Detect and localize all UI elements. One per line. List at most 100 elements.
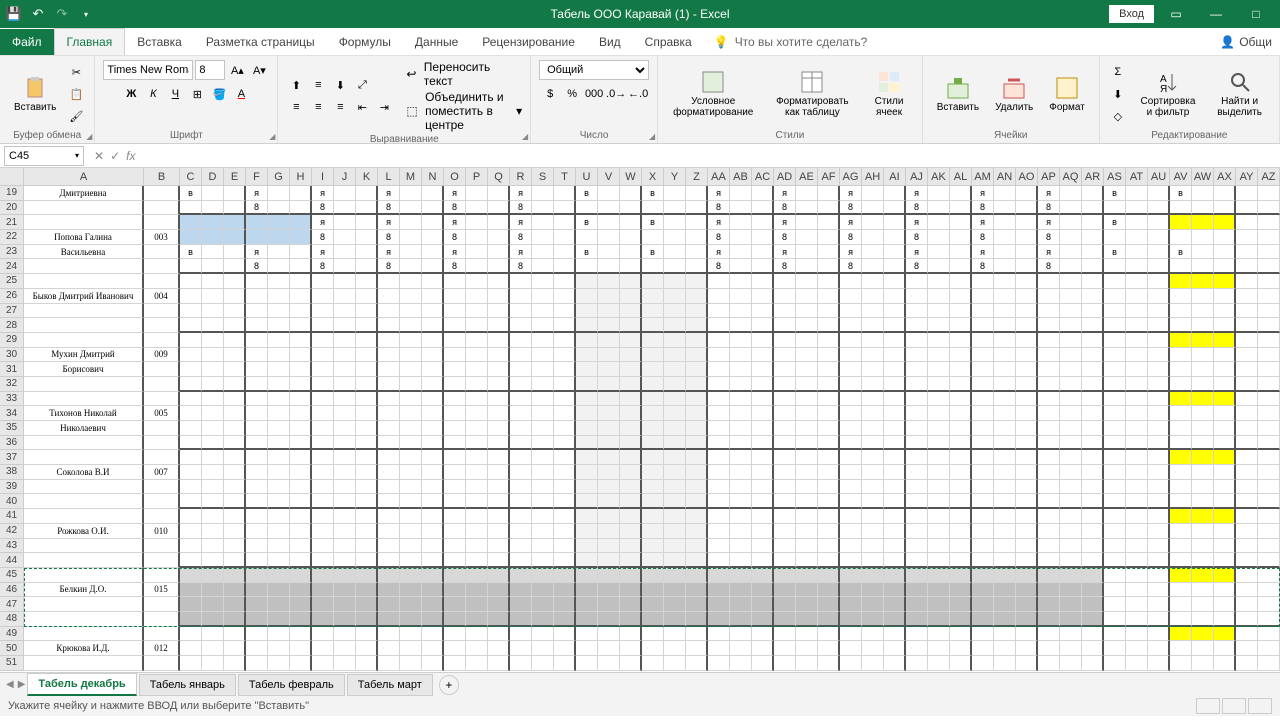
cell[interactable] — [1148, 259, 1170, 274]
accounting-icon[interactable]: $ — [540, 84, 560, 104]
cell[interactable] — [422, 392, 444, 407]
cell[interactable] — [686, 465, 708, 480]
cell[interactable] — [1038, 274, 1060, 289]
cell[interactable] — [818, 406, 840, 421]
cell[interactable] — [290, 421, 312, 436]
cell[interactable] — [24, 539, 144, 554]
cell[interactable] — [862, 377, 884, 392]
cell[interactable] — [1126, 539, 1148, 554]
cell[interactable] — [906, 333, 928, 348]
cell[interactable] — [466, 627, 488, 642]
cell[interactable] — [972, 436, 994, 451]
cell[interactable] — [774, 348, 796, 363]
cell[interactable] — [444, 436, 466, 451]
cell[interactable] — [664, 348, 686, 363]
cell[interactable] — [664, 304, 686, 319]
cell[interactable] — [488, 201, 510, 216]
col-header[interactable]: AT — [1126, 168, 1148, 186]
cell[interactable] — [268, 524, 290, 539]
cell[interactable] — [928, 480, 950, 495]
cell[interactable] — [686, 421, 708, 436]
cell[interactable] — [1258, 509, 1280, 524]
cell[interactable] — [554, 274, 576, 289]
cell[interactable] — [620, 524, 642, 539]
cell[interactable] — [268, 450, 290, 465]
cell[interactable] — [268, 377, 290, 392]
cell[interactable] — [1214, 392, 1236, 407]
cell[interactable] — [796, 641, 818, 656]
cell[interactable] — [400, 304, 422, 319]
cell[interactable] — [444, 362, 466, 377]
cell[interactable] — [1126, 215, 1148, 230]
cell[interactable] — [796, 362, 818, 377]
cell[interactable] — [400, 583, 422, 598]
col-header[interactable]: AJ — [906, 168, 928, 186]
cell[interactable] — [620, 553, 642, 568]
cell[interactable] — [576, 377, 598, 392]
col-header[interactable]: AN — [994, 168, 1016, 186]
col-header[interactable]: AV — [1170, 168, 1192, 186]
cell[interactable] — [180, 436, 202, 451]
cell[interactable] — [598, 539, 620, 554]
cell[interactable] — [1082, 245, 1104, 260]
cell[interactable] — [1104, 377, 1126, 392]
cell[interactable] — [466, 259, 488, 274]
cell[interactable] — [1060, 597, 1082, 612]
cell[interactable] — [268, 289, 290, 304]
cell[interactable] — [444, 480, 466, 495]
cell[interactable] — [576, 553, 598, 568]
cell[interactable] — [774, 406, 796, 421]
cell[interactable] — [730, 333, 752, 348]
cell[interactable] — [180, 568, 202, 583]
cell[interactable] — [1258, 539, 1280, 554]
cell[interactable] — [1236, 583, 1258, 598]
cell[interactable] — [1192, 627, 1214, 642]
cell[interactable]: 8 — [246, 259, 268, 274]
cell[interactable] — [1038, 612, 1060, 627]
cell[interactable] — [488, 348, 510, 363]
cell[interactable] — [1016, 509, 1038, 524]
cell[interactable] — [510, 333, 532, 348]
cell[interactable] — [180, 333, 202, 348]
cell[interactable] — [1170, 392, 1192, 407]
cell[interactable] — [1236, 656, 1258, 671]
cell[interactable] — [972, 480, 994, 495]
cell[interactable] — [1192, 377, 1214, 392]
row-header[interactable]: 46 — [0, 583, 24, 598]
cell[interactable] — [422, 583, 444, 598]
cell[interactable] — [1236, 568, 1258, 583]
cell[interactable] — [290, 377, 312, 392]
cell[interactable] — [532, 583, 554, 598]
cell[interactable] — [994, 568, 1016, 583]
cell[interactable] — [1192, 333, 1214, 348]
cell[interactable] — [444, 318, 466, 333]
cell[interactable] — [466, 583, 488, 598]
cell[interactable] — [1104, 333, 1126, 348]
cell[interactable] — [752, 494, 774, 509]
cell[interactable]: я — [840, 245, 862, 260]
cell[interactable] — [840, 656, 862, 671]
cell[interactable] — [1016, 553, 1038, 568]
cell[interactable] — [202, 274, 224, 289]
cell[interactable] — [752, 318, 774, 333]
cell[interactable] — [818, 245, 840, 260]
cell[interactable] — [1016, 641, 1038, 656]
cell[interactable]: 012 — [144, 641, 180, 656]
cell[interactable] — [1214, 348, 1236, 363]
cell[interactable] — [884, 362, 906, 377]
cell[interactable] — [950, 612, 972, 627]
cell[interactable] — [708, 597, 730, 612]
cell[interactable] — [1148, 597, 1170, 612]
cell[interactable] — [290, 215, 312, 230]
cell[interactable] — [1016, 421, 1038, 436]
cell[interactable] — [620, 641, 642, 656]
cell[interactable] — [752, 333, 774, 348]
cell[interactable] — [180, 377, 202, 392]
cell[interactable] — [994, 392, 1016, 407]
cell[interactable] — [1060, 641, 1082, 656]
cell[interactable] — [1104, 612, 1126, 627]
cell[interactable] — [334, 436, 356, 451]
cell[interactable] — [1060, 494, 1082, 509]
cell[interactable] — [1038, 289, 1060, 304]
cell[interactable] — [752, 480, 774, 495]
